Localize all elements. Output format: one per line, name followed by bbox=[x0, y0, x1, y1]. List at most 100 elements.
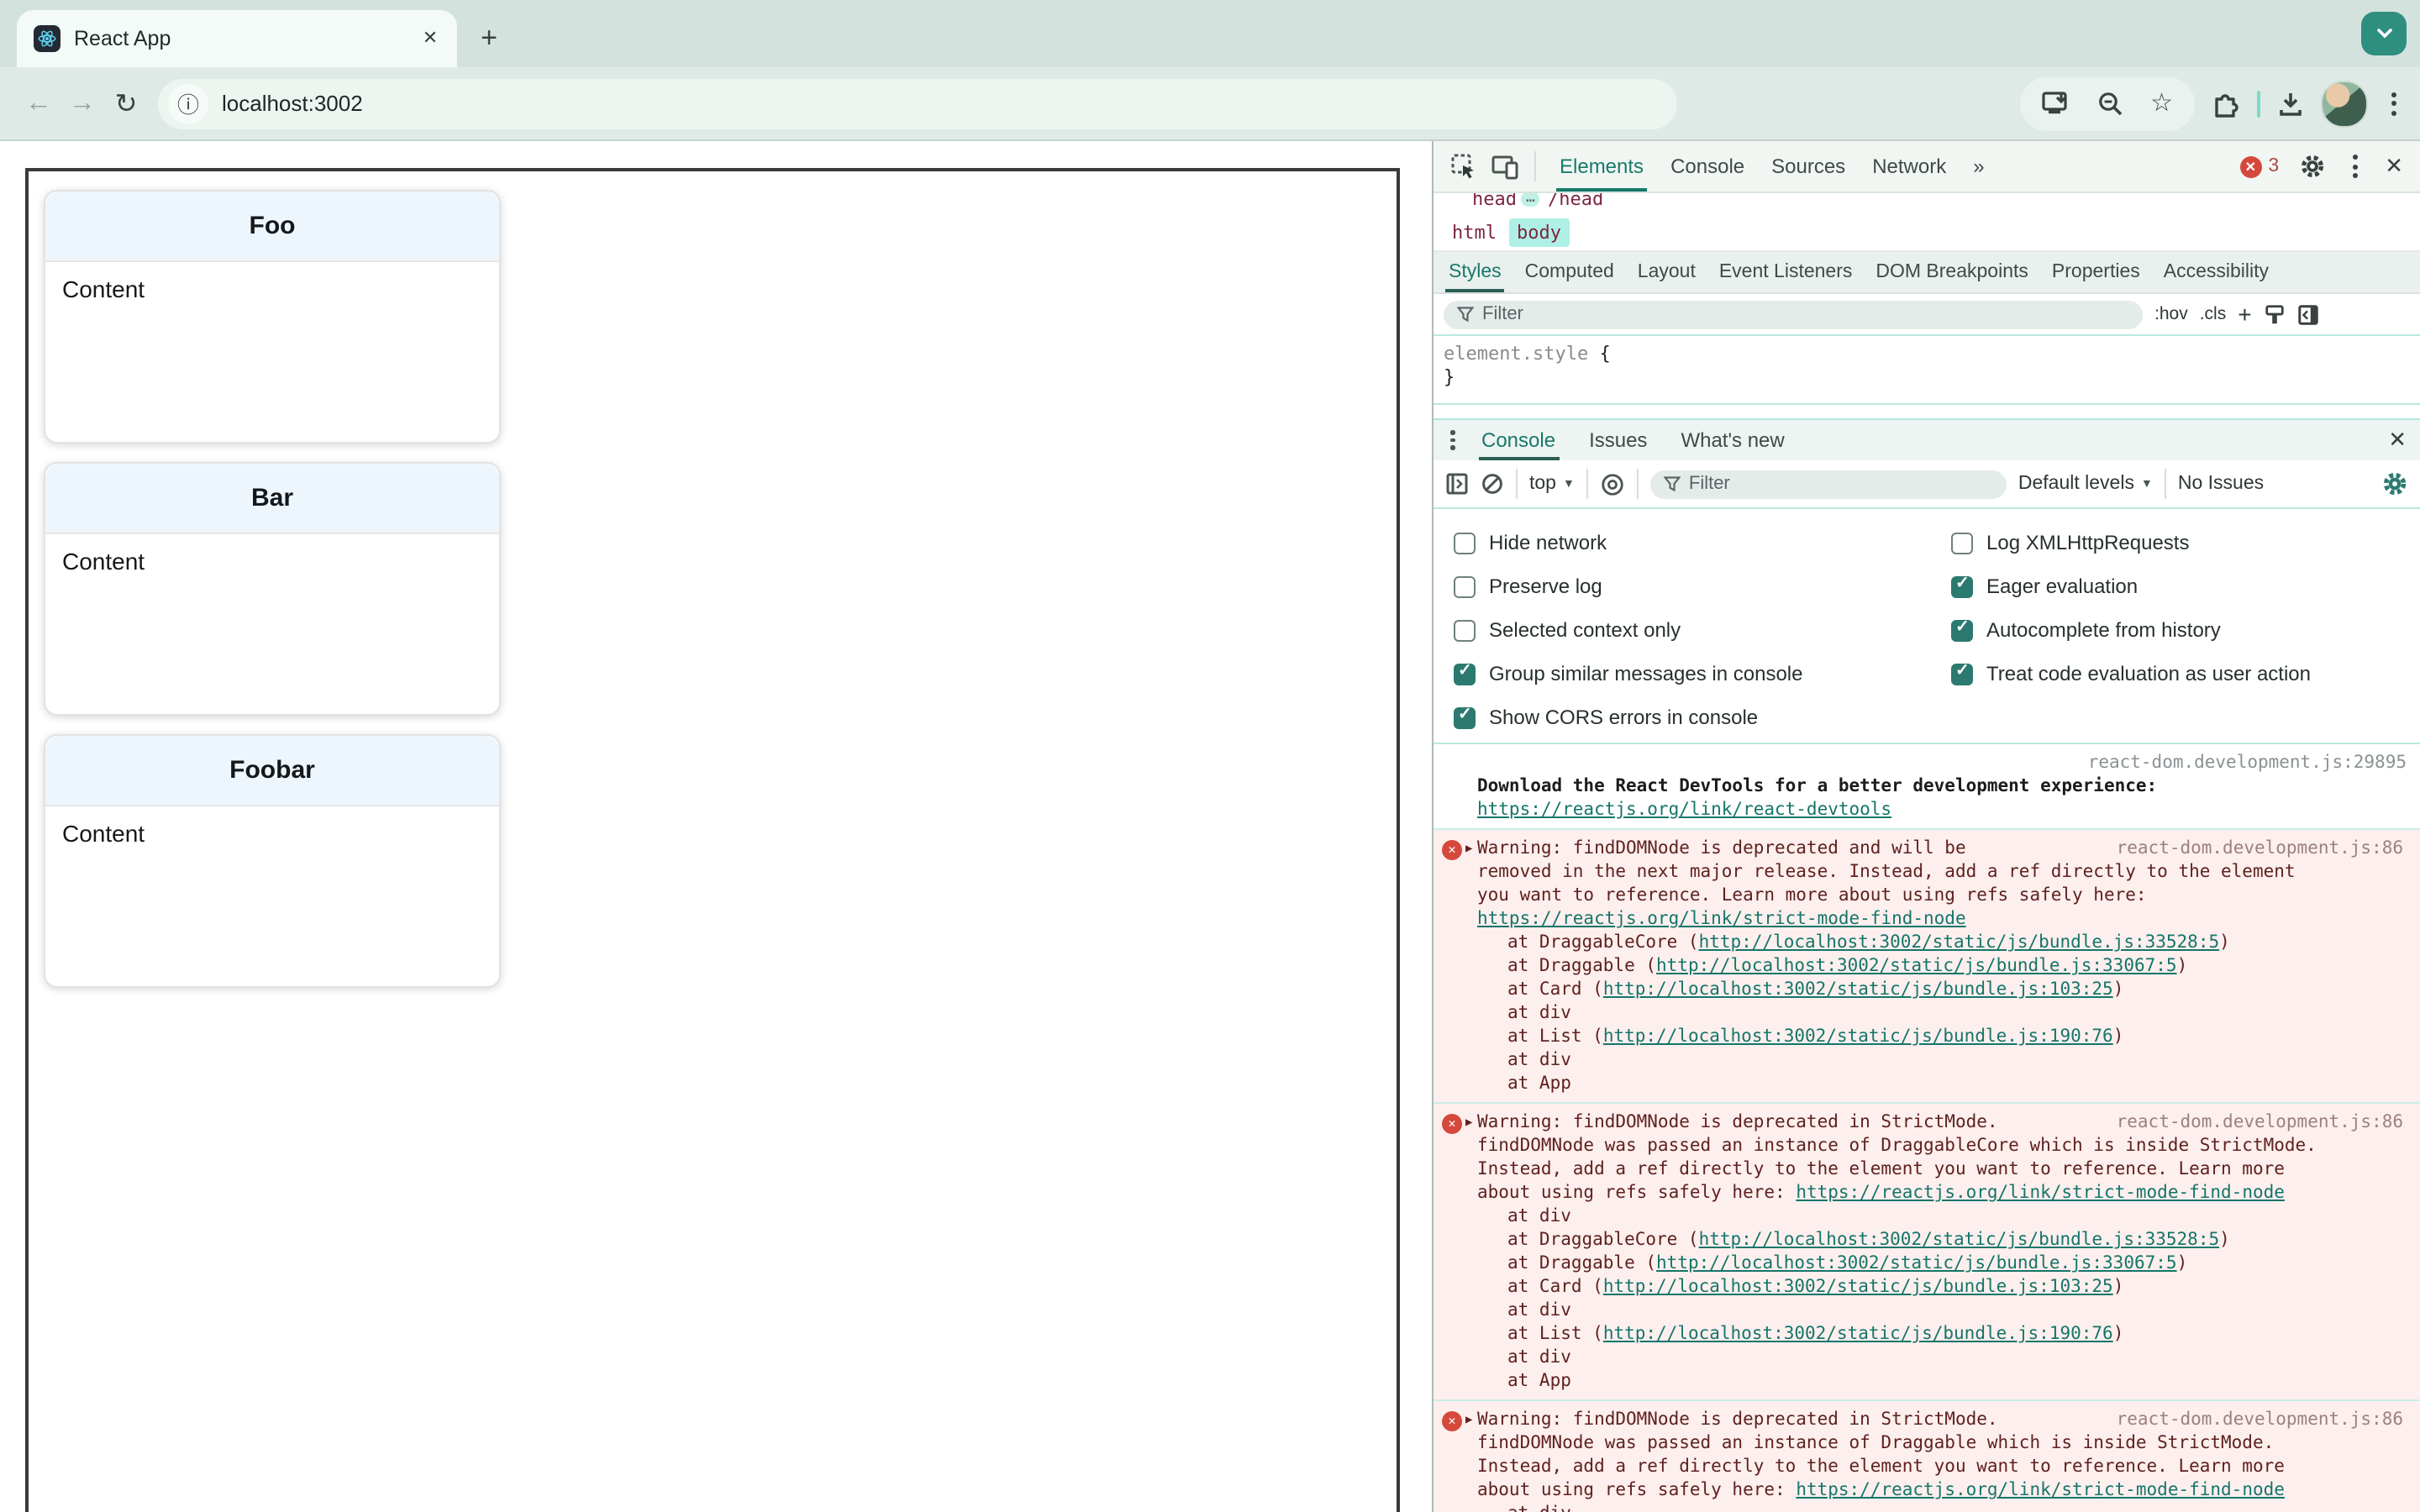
tab-styles[interactable]: Styles bbox=[1437, 252, 1513, 292]
checkbox-selected-context-only[interactable]: Selected context only bbox=[1454, 608, 1951, 652]
checkbox-group-similar[interactable]: Group similar messages in console bbox=[1454, 652, 1951, 696]
checkbox-preserve-log[interactable]: Preserve log bbox=[1454, 564, 1951, 608]
card-bar[interactable]: Bar Content bbox=[44, 462, 501, 716]
inspect-element-icon[interactable] bbox=[1444, 146, 1484, 186]
tab-dom-breakpoints[interactable]: DOM Breakpoints bbox=[1864, 252, 2040, 292]
new-style-rule-icon[interactable]: + bbox=[2238, 302, 2251, 326]
site-info-icon[interactable]: ⓘ bbox=[168, 83, 208, 123]
message-source-link[interactable]: react-dom.development.js:86 bbox=[2117, 1110, 2403, 1134]
drawer-menu-icon[interactable] bbox=[1440, 430, 1465, 450]
devtools-tab-elements[interactable]: Elements bbox=[1546, 141, 1657, 192]
tab-computed[interactable]: Computed bbox=[1513, 252, 1626, 292]
checkbox-log-xmlhttprequests[interactable]: Log XMLHttpRequests bbox=[1951, 521, 2311, 564]
toggle-sidebar-icon[interactable] bbox=[2297, 303, 2319, 325]
toggle-class-editor[interactable]: .cls bbox=[2200, 304, 2227, 324]
stack-source-link[interactable]: http://localhost:3002/static/js/bundle.j… bbox=[1699, 932, 2220, 953]
drawer-tab-whats-new[interactable]: What's new bbox=[1664, 420, 1801, 460]
address-bar[interactable]: ⓘ localhost:3002 bbox=[158, 78, 1677, 129]
stack-source-link[interactable]: http://localhost:3002/static/js/bundle.j… bbox=[1656, 1253, 2177, 1273]
checkbox-box[interactable] bbox=[1454, 575, 1476, 597]
tab-close-icon[interactable]: ✕ bbox=[417, 25, 444, 52]
devtools-tab-network[interactable]: Network bbox=[1859, 141, 1960, 192]
more-tabs-icon[interactable]: » bbox=[1960, 141, 1997, 192]
device-toolbar-icon[interactable] bbox=[1484, 146, 1524, 186]
expand-triangle-icon[interactable]: ▶ bbox=[1465, 1408, 1472, 1431]
devtools-settings-gear-icon[interactable] bbox=[2292, 146, 2333, 186]
tab-layout[interactable]: Layout bbox=[1626, 252, 1707, 292]
issues-counter[interactable]: No Issues bbox=[2178, 474, 2264, 494]
tab-event-listeners[interactable]: Event Listeners bbox=[1707, 252, 1865, 292]
card-foo[interactable]: Foo Content bbox=[44, 190, 501, 444]
card-title[interactable]: Bar bbox=[45, 464, 499, 534]
devtools-menu-icon[interactable] bbox=[2346, 148, 2365, 185]
console-messages[interactable]: react-dom.development.js:29895 Download … bbox=[1434, 744, 2420, 1512]
log-levels-dropdown[interactable]: Default levels ▼ bbox=[2018, 474, 2153, 494]
elements-tree-clipped-row[interactable]: head … /head bbox=[1434, 193, 2420, 213]
forward-button[interactable]: → bbox=[60, 81, 104, 125]
profile-avatar[interactable] bbox=[2321, 80, 2368, 127]
downloads-icon[interactable] bbox=[2277, 90, 2304, 117]
element-tag-open[interactable]: head bbox=[1472, 193, 1517, 210]
console-warning-1[interactable]: ✕ ▶ react-dom.development.js:86 Warning:… bbox=[1434, 830, 2420, 1104]
drawer-close-icon[interactable]: ✕ bbox=[2381, 427, 2413, 454]
console-info-message[interactable]: react-dom.development.js:29895 Download … bbox=[1434, 744, 2420, 830]
warning-link[interactable]: https://reactjs.org/link/strict-mode-fin… bbox=[1796, 1183, 2285, 1203]
bookmark-star-icon[interactable]: ☆ bbox=[2150, 91, 2173, 116]
element-ellipsis[interactable]: … bbox=[1521, 193, 1540, 207]
devtools-close-icon[interactable]: ✕ bbox=[2378, 153, 2410, 180]
checkbox-box[interactable] bbox=[1454, 662, 1476, 685]
message-link[interactable]: https://reactjs.org/link/react-devtools bbox=[1477, 800, 1891, 820]
context-selector[interactable]: top ▼ bbox=[1529, 474, 1575, 494]
stack-source-link[interactable]: http://localhost:3002/static/js/bundle.j… bbox=[1699, 1230, 2220, 1250]
checkbox-eager-evaluation[interactable]: Eager evaluation bbox=[1951, 564, 2311, 608]
message-source-link[interactable]: react-dom.development.js:86 bbox=[2117, 1408, 2403, 1431]
tab-properties[interactable]: Properties bbox=[2040, 252, 2152, 292]
checkbox-box[interactable] bbox=[1454, 619, 1476, 641]
error-count-badge[interactable]: ✕ 3 bbox=[2239, 155, 2279, 177]
live-expression-eye-icon[interactable] bbox=[1600, 471, 1625, 496]
console-settings-gear-icon[interactable] bbox=[2381, 470, 2408, 497]
stack-source-link[interactable]: http://localhost:3002/static/js/bundle.j… bbox=[1656, 956, 2177, 976]
checkbox-box[interactable] bbox=[1951, 662, 1973, 685]
card-title[interactable]: Foo bbox=[45, 192, 499, 262]
checkbox-box[interactable] bbox=[1951, 532, 1973, 554]
install-app-icon[interactable] bbox=[2041, 91, 2070, 116]
checkbox-autocomplete-history[interactable]: Autocomplete from history bbox=[1951, 608, 2311, 652]
console-filter-input[interactable]: Filter bbox=[1649, 470, 2007, 498]
stack-source-link[interactable]: http://localhost:3002/static/js/bundle.j… bbox=[1603, 1324, 2113, 1344]
checkbox-box[interactable] bbox=[1454, 532, 1476, 554]
tab-accessibility[interactable]: Accessibility bbox=[2152, 252, 2281, 292]
breadcrumb-body[interactable]: body bbox=[1508, 218, 1570, 246]
url-text[interactable]: localhost:3002 bbox=[222, 91, 363, 116]
warning-link[interactable]: https://reactjs.org/link/strict-mode-fin… bbox=[1477, 909, 1966, 929]
browser-menu-icon[interactable] bbox=[2385, 85, 2403, 122]
drawer-tab-console[interactable]: Console bbox=[1465, 420, 1572, 460]
new-tab-button[interactable]: + bbox=[467, 17, 511, 60]
console-sidebar-toggle-icon[interactable] bbox=[1445, 472, 1469, 496]
checkbox-treat-code-eval[interactable]: Treat code evaluation as user action bbox=[1951, 652, 2311, 696]
console-warning-2[interactable]: ✕ ▶ react-dom.development.js:86 Warning:… bbox=[1434, 1104, 2420, 1401]
back-button[interactable]: ← bbox=[17, 81, 60, 125]
checkbox-box[interactable] bbox=[1951, 575, 1973, 597]
extensions-puzzle-icon[interactable] bbox=[2212, 89, 2240, 118]
zoom-out-icon[interactable] bbox=[2096, 90, 2123, 117]
rendering-emulation-icon[interactable] bbox=[2264, 303, 2286, 325]
console-warning-3[interactable]: ✕ ▶ react-dom.development.js:86 Warning:… bbox=[1434, 1401, 2420, 1512]
element-tag-close[interactable]: /head bbox=[1548, 193, 1603, 210]
warning-link[interactable]: https://reactjs.org/link/strict-mode-fin… bbox=[1796, 1480, 2285, 1500]
checkbox-box[interactable] bbox=[1951, 618, 1973, 641]
expand-triangle-icon[interactable]: ▶ bbox=[1465, 1110, 1472, 1134]
style-selector[interactable]: element.style bbox=[1444, 343, 1588, 365]
clear-console-icon[interactable] bbox=[1481, 472, 1504, 496]
message-source-link[interactable]: react-dom.development.js:29895 bbox=[1477, 751, 2407, 774]
card-title[interactable]: Foobar bbox=[45, 736, 499, 806]
stack-source-link[interactable]: http://localhost:3002/static/js/bundle.j… bbox=[1603, 979, 2113, 1000]
devtools-tab-sources[interactable]: Sources bbox=[1758, 141, 1859, 192]
checkbox-box[interactable] bbox=[1454, 706, 1476, 728]
breadcrumb-html[interactable]: html bbox=[1444, 218, 1505, 246]
card-foobar[interactable]: Foobar Content bbox=[44, 734, 501, 988]
toggle-hover-state[interactable]: :hov bbox=[2154, 304, 2188, 324]
devtools-tab-console[interactable]: Console bbox=[1657, 141, 1758, 192]
reload-button[interactable]: ↻ bbox=[104, 81, 148, 125]
checkbox-show-cors-errors[interactable]: Show CORS errors in console bbox=[1454, 696, 1951, 739]
